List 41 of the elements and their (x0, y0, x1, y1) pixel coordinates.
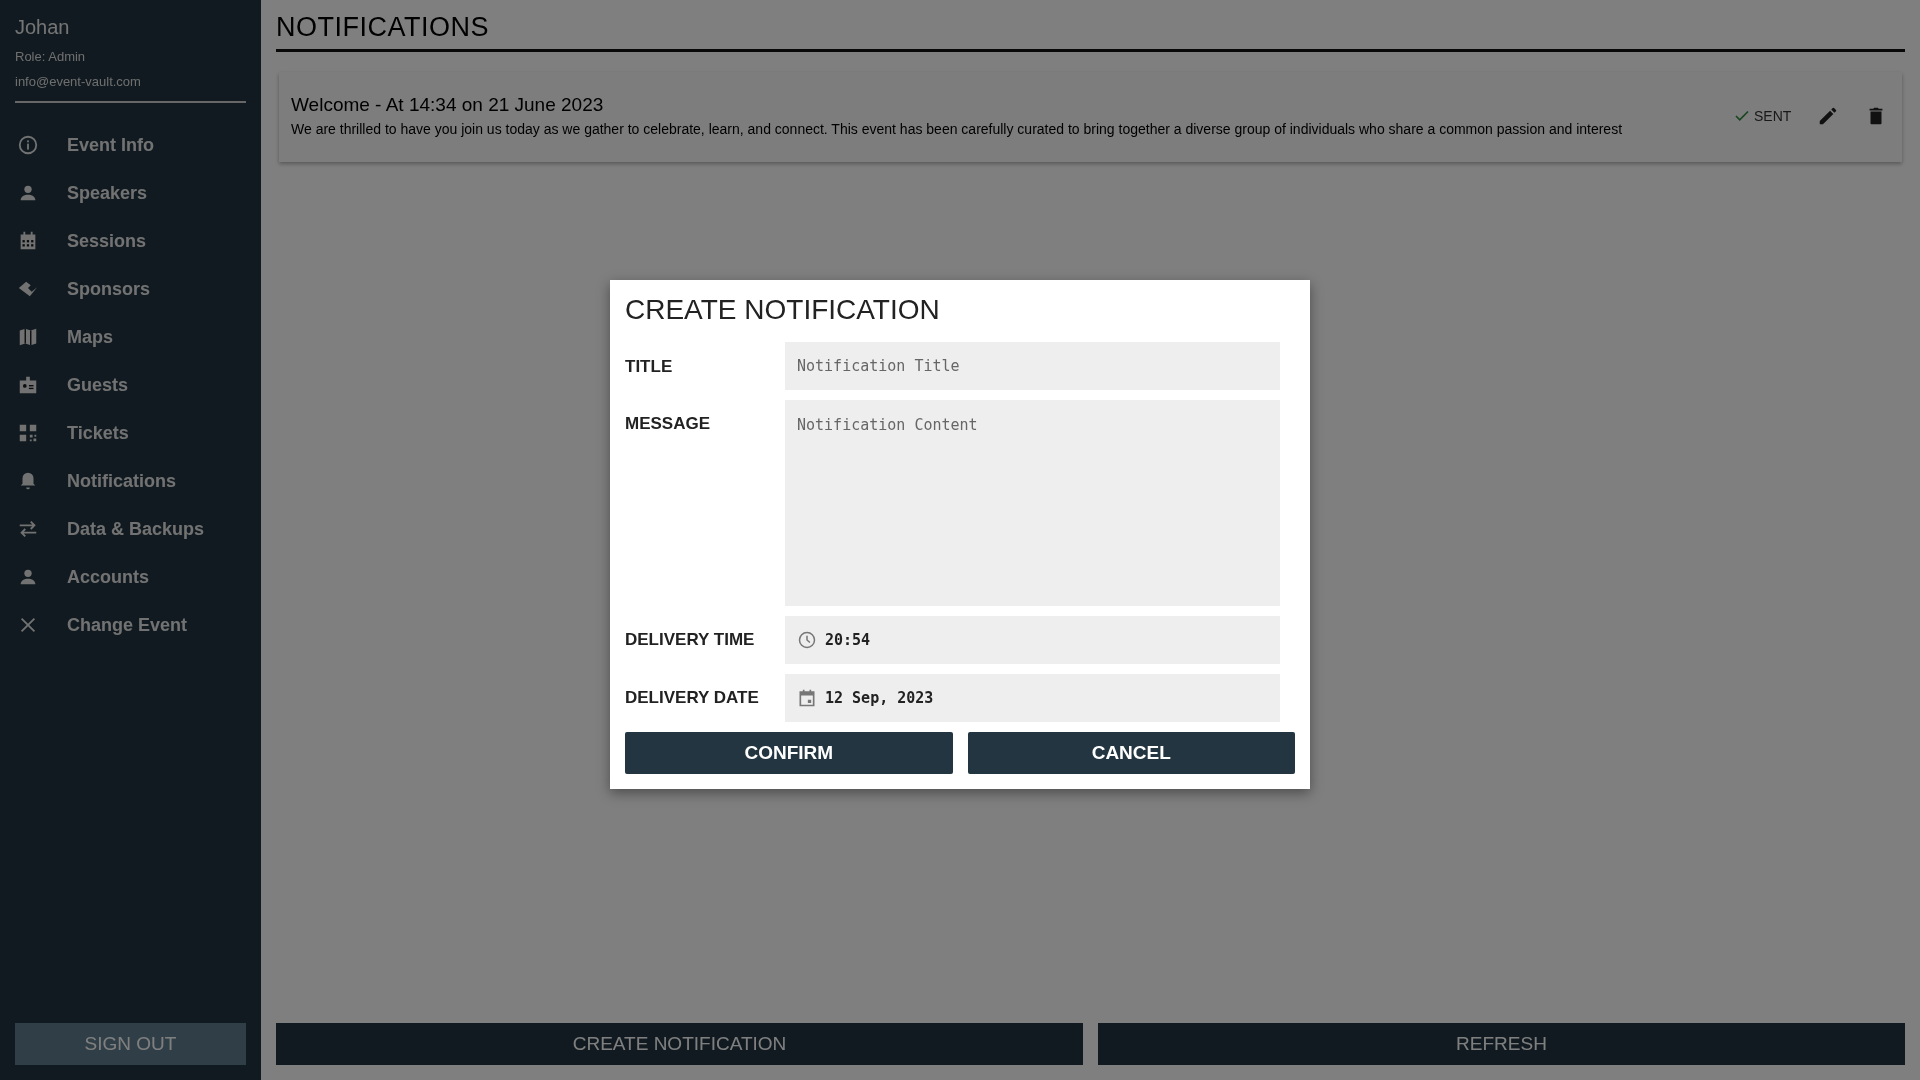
dialog-title: CREATE NOTIFICATION (625, 294, 941, 326)
sidebar-item[interactable]: Sponsors (15, 265, 246, 313)
sidebar-item[interactable]: Speakers (15, 169, 246, 217)
page-title: NOTIFICATIONS (276, 12, 1905, 52)
field-label: TITLE (625, 356, 674, 377)
sidebar-item[interactable]: Change Event (15, 601, 246, 649)
swap-arrows-icon (17, 518, 39, 540)
date-value: 12 Sep, 2023 (825, 689, 934, 707)
calendar-icon (797, 688, 817, 708)
sidebar-item[interactable]: Sessions (15, 217, 246, 265)
field-label: MESSAGE (625, 413, 712, 434)
sidebar-item[interactable]: Guests (15, 361, 246, 409)
message-input[interactable]: Notification Content (785, 400, 1280, 606)
cancel-button[interactable]: CANCEL (967, 732, 1295, 774)
clock-icon (797, 630, 817, 650)
map-icon (17, 326, 39, 348)
notification-message: We are thrilled to have you join us today as we gather to celebrate, learn, and connect. This event has been carefully curated to bring together a diverse group of individuals who share a common passion and interest (291, 120, 1624, 138)
field-label: DELIVERY DATE (625, 688, 760, 708)
sidebar-item[interactable]: Tickets (15, 409, 246, 457)
time-value: 20:54 (825, 631, 871, 649)
status-label: SENT (1754, 108, 1792, 124)
sidebar-item[interactable]: Data & Backups (15, 505, 246, 553)
title-input[interactable]: Notification Title (785, 342, 1280, 390)
time-field[interactable]: 20:54 (785, 616, 1280, 664)
qr-code-icon (17, 422, 39, 444)
refresh-button[interactable]: REFRESH (1098, 1023, 1905, 1065)
user-email: info@event-vault.com (15, 74, 142, 89)
field-label: DELIVERY TIME (625, 630, 756, 650)
user-name: Johan (15, 16, 71, 39)
info-icon (17, 134, 39, 156)
sidebar-item[interactable]: Notifications (15, 457, 246, 505)
sidebar-item[interactable]: Event Info (15, 121, 246, 169)
sign-out-button[interactable]: SIGN OUT (15, 1023, 246, 1065)
id-badge-icon (17, 374, 39, 396)
sidebar-item[interactable]: Accounts (15, 553, 246, 601)
sidebar-item[interactable]: Maps (15, 313, 246, 361)
user-role: Role: Admin (15, 49, 87, 64)
create-notification-button[interactable]: CREATE NOTIFICATION (276, 1023, 1083, 1065)
confirm-button[interactable]: CONFIRM (625, 732, 953, 774)
notification-title: Welcome - At 14:34 on 21 June 2023 (291, 94, 605, 116)
date-field[interactable]: 12 Sep, 2023 (785, 674, 1280, 722)
